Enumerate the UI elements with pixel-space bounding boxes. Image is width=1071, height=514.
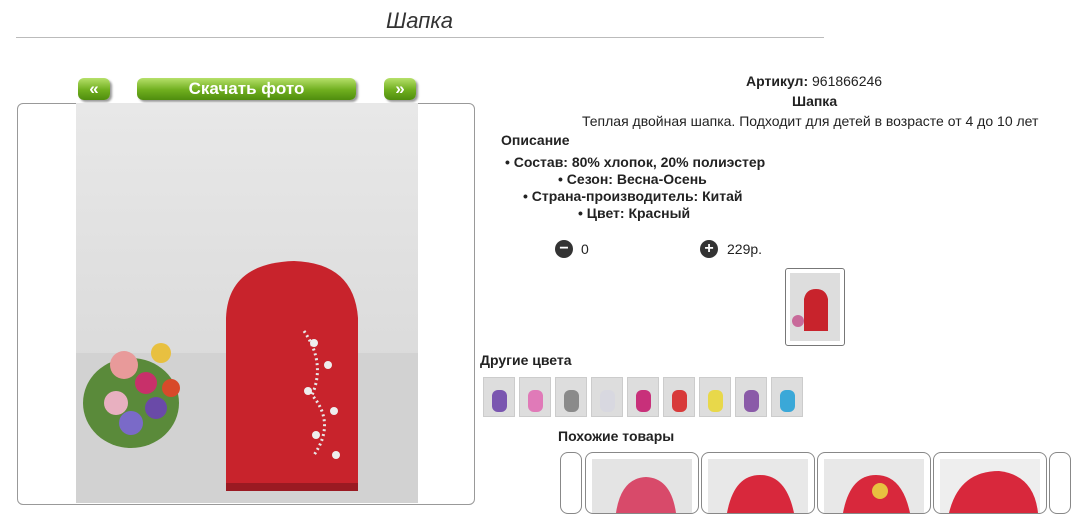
download-photo-button[interactable]: Скачать фото — [137, 78, 356, 100]
color-swatch[interactable] — [519, 377, 551, 417]
minus-icon[interactable]: − — [555, 240, 573, 258]
similar-product-card[interactable] — [585, 452, 699, 514]
color-swatch[interactable] — [483, 377, 515, 417]
similar-product-card[interactable] — [933, 452, 1047, 514]
color-swatch[interactable] — [663, 377, 695, 417]
other-colors-heading: Другие цвета — [480, 352, 572, 368]
description-heading: Описание — [501, 132, 570, 148]
product-name: Шапка — [792, 93, 838, 109]
color-swatch[interactable] — [627, 377, 659, 417]
plus-icon[interactable]: + — [700, 240, 718, 258]
article-value: 961866246 — [812, 73, 883, 89]
similar-product-card[interactable] — [817, 452, 931, 514]
next-photo-button[interactable]: » — [384, 78, 416, 100]
prev-photo-button[interactable]: « — [78, 78, 110, 100]
feature-composition: • Состав: 80% хлопок, 20% полиэстер — [505, 154, 766, 170]
page-title: Шапка — [386, 8, 453, 33]
similar-scroll-left[interactable] — [560, 452, 582, 514]
article-label: Артикул: — [746, 73, 809, 89]
similar-product-card[interactable] — [701, 452, 815, 514]
feature-country: • Страна-производитель: Китай — [523, 188, 743, 204]
color-swatch[interactable] — [591, 377, 623, 417]
article-row: Артикул: 961866246 — [746, 73, 882, 89]
quantity-value: 0 — [581, 241, 589, 257]
color-swatch[interactable] — [699, 377, 731, 417]
color-swatch[interactable] — [771, 377, 803, 417]
feature-season: • Сезон: Весна-Осень — [558, 171, 707, 187]
title-divider — [16, 37, 824, 38]
hat-illustration — [226, 261, 358, 491]
color-swatch[interactable] — [555, 377, 587, 417]
color-swatch[interactable] — [735, 377, 767, 417]
similar-scroll-right[interactable] — [1049, 452, 1071, 514]
product-description: Теплая двойная шапка. Подходит для детей… — [582, 113, 1039, 129]
main-product-photo[interactable] — [76, 103, 418, 503]
feature-color: • Цвет: Красный — [578, 205, 691, 221]
similar-products-heading: Похожие товары — [558, 428, 675, 444]
selected-photo-thumbnail[interactable] — [785, 268, 845, 346]
price-value: 229р. — [727, 241, 763, 257]
